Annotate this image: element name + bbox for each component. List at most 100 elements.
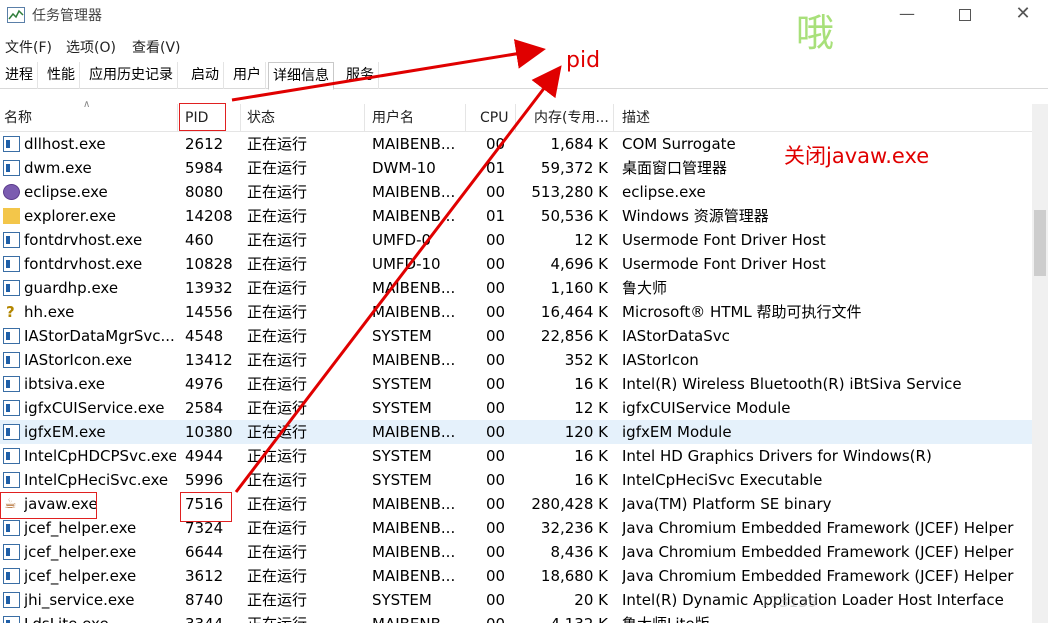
process-cpu: 00: [486, 567, 506, 585]
annotation-pid: pid: [566, 48, 601, 73]
column-state[interactable]: 状态: [243, 104, 365, 132]
process-state: 正在运行: [247, 183, 308, 201]
tab-startup[interactable]: 启动: [187, 62, 224, 89]
help-icon: [3, 300, 20, 324]
table-row[interactable]: guardhp.exe 13932 正在运行 MAIBENB... 00 1,160 K 鲁…: [0, 276, 1032, 300]
process-description: Usermode Font Driver Host: [622, 231, 826, 249]
column-memory[interactable]: 内存(专用...: [530, 104, 614, 132]
tab-app-history[interactable]: 应用历史记录: [85, 62, 178, 89]
column-description[interactable]: 描述: [618, 104, 818, 132]
process-name: jhi_service.exe: [24, 591, 135, 609]
minimize-button[interactable]: —: [884, 0, 930, 30]
process-pid: 3612: [185, 567, 224, 585]
process-state: 正在运行: [247, 447, 308, 465]
app-window-icon: [3, 616, 20, 623]
process-description: igfxCUIService Module: [622, 399, 791, 417]
process-memory: 16,464 K: [540, 303, 608, 321]
process-memory: 120 K: [564, 423, 608, 441]
process-memory: 12 K: [574, 399, 608, 417]
process-memory: 4,132 K: [516, 612, 608, 623]
column-cpu[interactable]: CPU: [476, 104, 516, 132]
table-row[interactable]: ibtsiva.exe 4976 正在运行 SYSTEM 00 16 K Intel(R) …: [0, 372, 1032, 396]
process-user: SYSTEM: [372, 327, 432, 345]
table-row[interactable]: fontdrvhost.exe 460 正在运行 UMFD-0 00 12 K Usermo…: [0, 228, 1032, 252]
column-header: 名称 PID 状态 用户名 CPU 内存(专用... 描述: [0, 104, 1032, 132]
tab-services[interactable]: 服务: [342, 62, 379, 89]
tab-users[interactable]: 用户: [229, 62, 266, 89]
process-memory: 513,280 K: [531, 183, 608, 201]
process-description: Java Chromium Embedded Framework (JCEF) …: [622, 567, 1014, 585]
app-window-icon: [3, 472, 20, 488]
process-state: 正在运行: [247, 231, 308, 249]
process-description: Java Chromium Embedded Framework (JCEF) …: [622, 519, 1014, 537]
process-name: ibtsiva.exe: [24, 375, 105, 393]
process-state: 正在运行: [247, 612, 365, 623]
app-window-icon: [3, 256, 20, 272]
javaw-name-highlight: [0, 492, 97, 519]
tab-performance[interactable]: 性能: [43, 62, 80, 89]
menu-file[interactable]: 文件(F): [5, 37, 52, 57]
task-manager-icon: [7, 7, 25, 23]
process-description: Intel(R) Wireless Bluetooth(R) iBtSiva S…: [622, 375, 962, 393]
process-memory: 16 K: [574, 447, 608, 465]
tab-details[interactable]: 详细信息: [268, 62, 334, 90]
process-pid: 4944: [185, 447, 224, 465]
app-window-icon: [3, 400, 20, 416]
table-row[interactable]: eclipse.exe 8080 正在运行 MAIBENB... 00 513,280 K…: [0, 180, 1032, 204]
app-window-icon: [3, 232, 20, 248]
process-description: eclipse.exe: [622, 183, 706, 201]
window-title: 任务管理器: [32, 8, 102, 24]
table-row[interactable]: IAStorDataMgrSvc... 4548 正在运行 SYSTEM 00 22,85…: [0, 324, 1032, 348]
table-row[interactable]: fontdrvhost.exe 10828 正在运行 UMFD-10 00 4,696 K…: [0, 252, 1032, 276]
table-row[interactable]: hh.exe 14556 正在运行 MAIBENB... 00 16,464 K Micro…: [0, 300, 1032, 324]
process-user: MAIBENB...: [372, 135, 456, 153]
table-row[interactable]: LdsLite.exe 3344正在运行 MAIBENB... 00 4,132 K 鲁大…: [0, 612, 1032, 623]
process-user: MAIBENB...: [372, 612, 464, 623]
folder-icon: [3, 208, 20, 224]
table-row[interactable]: jhi_service.exe 8740 正在运行 SYSTEM 00 20 K Intel…: [0, 588, 1032, 612]
table-row[interactable]: igfxCUIService.exe 2584 正在运行 SYSTEM 00 12 K ig…: [0, 396, 1032, 420]
process-description: 鲁大师Lite版: [622, 612, 1032, 623]
menu-view[interactable]: 查看(V): [132, 37, 181, 57]
process-state: 正在运行: [247, 519, 308, 537]
table-row[interactable]: IntelCpHeciSvc.exe 5996 正在运行 SYSTEM 00 16 K In…: [0, 468, 1032, 492]
scrollbar-thumb[interactable]: [1034, 210, 1046, 276]
table-row[interactable]: IntelCpHDCPSvc.exe 4944 正在运行 SYSTEM 00 16 K In…: [0, 444, 1032, 468]
process-pid: 5984: [185, 159, 224, 177]
table-row[interactable]: jcef_helper.exe 3612 正在运行 MAIBENB... 00 18,68…: [0, 564, 1032, 588]
table-row[interactable]: jcef_helper.exe 7324 正在运行 MAIBENB... 00 32,23…: [0, 516, 1032, 540]
process-user: SYSTEM: [372, 399, 432, 417]
tab-processes[interactable]: 进程: [1, 62, 38, 89]
menu-options[interactable]: 选项(O): [66, 37, 116, 57]
process-cpu: 00: [486, 591, 506, 609]
process-memory: 20 K: [574, 591, 608, 609]
column-name[interactable]: 名称: [0, 104, 178, 132]
maximize-button[interactable]: [942, 0, 988, 30]
process-name: fontdrvhost.exe: [24, 255, 143, 273]
process-user: SYSTEM: [372, 447, 432, 465]
process-memory: 16 K: [574, 471, 608, 489]
process-user: UMFD-0: [372, 231, 432, 249]
table-row[interactable]: IAStorIcon.exe 13412 正在运行 MAIBENB... 00 352 K…: [0, 348, 1032, 372]
process-user: MAIBENB...: [372, 303, 456, 321]
watermark: 173139: [760, 593, 818, 611]
process-cpu: 00: [486, 351, 506, 369]
process-pid: 2584: [185, 399, 224, 417]
process-pid: 10828: [185, 255, 233, 273]
process-description: IntelCpHeciSvc Executable: [622, 471, 823, 489]
process-memory: 8,436 K: [550, 543, 608, 561]
eclipse-icon: [3, 184, 20, 200]
process-memory: 22,856 K: [540, 327, 608, 345]
process-cpu: 00: [486, 423, 506, 441]
process-cpu: 00: [486, 375, 506, 393]
vertical-scrollbar[interactable]: [1032, 104, 1048, 623]
table-row[interactable]: igfxEM.exe 10380 正在运行 MAIBENB... 00 120 K igfx…: [0, 420, 1032, 444]
close-button[interactable]: ✕: [1000, 0, 1046, 30]
process-user: SYSTEM: [372, 375, 432, 393]
table-row[interactable]: javaw.exe7516正在运行MAIBENB...00280,428 KJa…: [0, 492, 1032, 516]
process-pid: 4548: [185, 327, 224, 345]
column-user[interactable]: 用户名: [368, 104, 466, 132]
table-row[interactable]: jcef_helper.exe 6644 正在运行 MAIBENB... 00 8,436…: [0, 540, 1032, 564]
table-row[interactable]: explorer.exe 14208 正在运行 MAIBENB... 01 50,536 …: [0, 204, 1032, 228]
process-state: 正在运行: [247, 327, 308, 345]
